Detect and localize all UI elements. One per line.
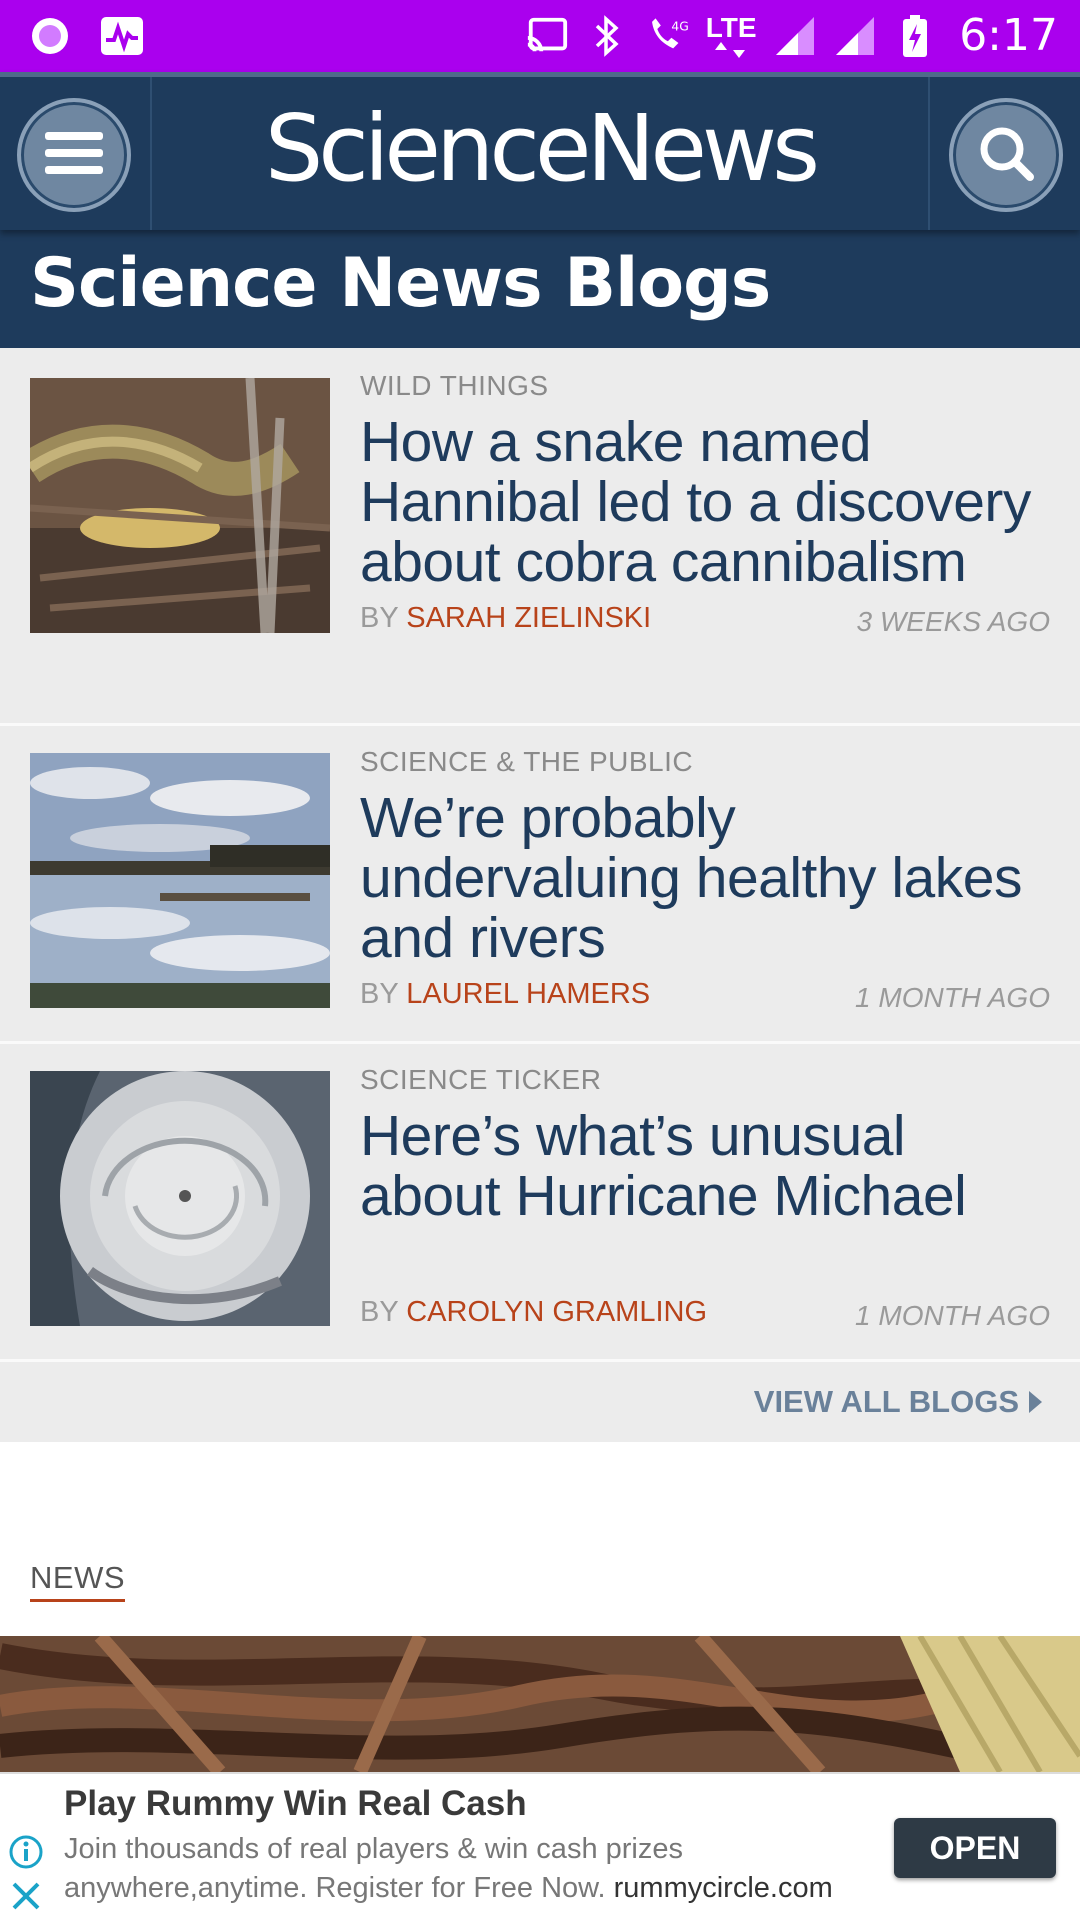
signal-icon bbox=[833, 14, 877, 58]
ad-close-icon[interactable] bbox=[8, 1878, 44, 1914]
blog-category[interactable]: WILD THINGS bbox=[360, 370, 549, 402]
clock: 6:17 bbox=[959, 10, 1058, 61]
bluetooth-icon bbox=[585, 14, 629, 58]
news-hero-image[interactable] bbox=[0, 1636, 1080, 1772]
blog-byline: BY SARAH ZIELINSKI bbox=[360, 602, 651, 635]
blog-list: WILD THINGS How a snake named Hannibal l… bbox=[0, 348, 1080, 1442]
blog-timestamp: 1 MONTH AGO bbox=[855, 982, 1050, 1013]
author-link[interactable]: SARAH ZIELINSKI bbox=[406, 602, 651, 634]
ad-title[interactable]: Play Rummy Win Real Cash bbox=[64, 1784, 527, 1824]
app-header: ScienceNews bbox=[0, 72, 1080, 230]
blog-thumbnail-snake[interactable] bbox=[20, 377, 331, 634]
ad-description[interactable]: Join thousands of real players & win cas… bbox=[64, 1830, 884, 1908]
blog-title[interactable]: We’re probably undervaluing healthy lake… bbox=[360, 788, 1060, 968]
author-link[interactable]: CAROLYN GRAMLING bbox=[406, 1296, 707, 1328]
blogs-banner: Science News Blogs bbox=[0, 230, 1080, 348]
brand-logo[interactable]: ScienceNews bbox=[150, 95, 930, 202]
battery-charging-icon bbox=[893, 14, 937, 58]
by-label: BY bbox=[360, 602, 399, 634]
header-divider bbox=[928, 77, 930, 230]
blog-title[interactable]: Here’s what’s unusual about Hurricane Mi… bbox=[360, 1106, 1060, 1226]
menu-button[interactable] bbox=[17, 98, 131, 212]
signal-icon bbox=[773, 14, 817, 58]
ad-description-text: Join thousands of real players & win cas… bbox=[64, 1833, 683, 1904]
news-section-label[interactable]: NEWS bbox=[30, 1560, 125, 1602]
ad-domain: rummycircle.com bbox=[613, 1872, 833, 1904]
blog-item[interactable]: SCIENCE TICKER Here’s what’s unusual abo… bbox=[0, 1044, 1080, 1362]
status-bar: 4G LTE 6:17 bbox=[0, 0, 1080, 72]
blog-timestamp: 1 MONTH AGO bbox=[855, 1300, 1050, 1331]
view-all-label: VIEW ALL BLOGS bbox=[753, 1384, 1019, 1419]
cast-icon bbox=[525, 14, 569, 58]
blog-category[interactable]: SCIENCE & THE PUBLIC bbox=[360, 746, 693, 778]
hamburger-menu-icon bbox=[45, 130, 103, 181]
blog-category[interactable]: SCIENCE TICKER bbox=[360, 1064, 601, 1096]
lte-label: LTE bbox=[705, 11, 757, 43]
blog-byline: BY LAUREL HAMERS bbox=[360, 978, 650, 1011]
activity-icon bbox=[100, 14, 144, 58]
blog-item[interactable]: WILD THINGS How a snake named Hannibal l… bbox=[0, 348, 1080, 726]
by-label: BY bbox=[360, 1296, 399, 1328]
view-all-row: VIEW ALL BLOGS bbox=[0, 1362, 1080, 1442]
search-button[interactable] bbox=[949, 98, 1063, 212]
view-all-blogs-link[interactable]: VIEW ALL BLOGS bbox=[754, 1384, 1042, 1420]
svg-text:4G: 4G bbox=[672, 19, 689, 33]
blog-item[interactable]: SCIENCE & THE PUBLIC We’re probably unde… bbox=[0, 726, 1080, 1044]
by-label: BY bbox=[360, 978, 399, 1010]
ad-info-icon[interactable] bbox=[8, 1834, 44, 1870]
ad-banner[interactable]: Play Rummy Win Real Cash Join thousands … bbox=[0, 1772, 1080, 1920]
ad-open-button[interactable]: OPEN bbox=[894, 1818, 1056, 1878]
wifi-calling-icon: 4G bbox=[645, 14, 689, 58]
blog-thumbnail-hurricane[interactable] bbox=[30, 1071, 330, 1326]
podcast-icon bbox=[28, 14, 72, 58]
author-link[interactable]: LAUREL HAMERS bbox=[406, 978, 650, 1010]
blog-timestamp: 3 WEEKS AGO bbox=[856, 606, 1050, 637]
blog-title[interactable]: How a snake named Hannibal led to a disc… bbox=[360, 412, 1060, 592]
arrow-right-icon bbox=[1029, 1391, 1042, 1413]
section-title: Science News Blogs bbox=[30, 244, 771, 323]
lte-icon: LTE bbox=[705, 11, 757, 58]
blog-thumbnail-lake[interactable] bbox=[30, 753, 330, 1008]
search-icon bbox=[976, 123, 1036, 188]
blog-byline: BY CAROLYN GRAMLING bbox=[360, 1296, 707, 1329]
